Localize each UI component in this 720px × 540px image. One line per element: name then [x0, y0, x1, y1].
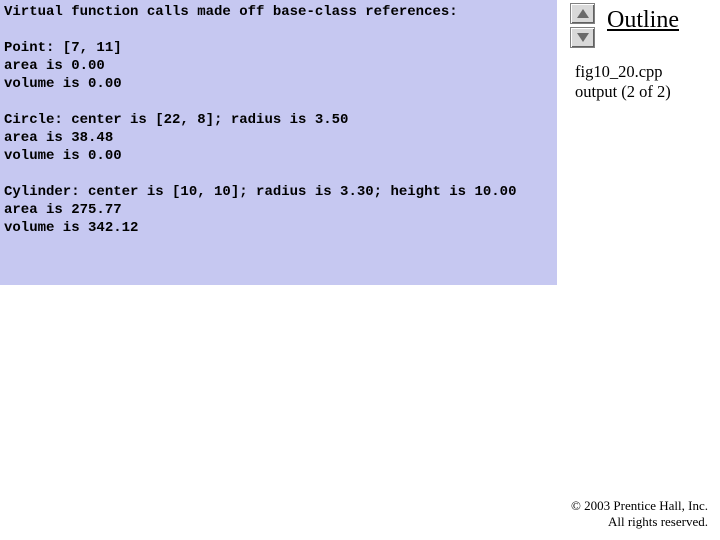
output-circle-line2: area is 38.48: [4, 130, 113, 146]
slide-stage: Virtual function calls made off base-cla…: [0, 0, 720, 540]
output-header: Virtual function calls made off base-cla…: [4, 4, 458, 20]
output-point-line3: volume is 0.00: [4, 76, 122, 92]
output-cylinder-line3: volume is 342.12: [4, 220, 138, 236]
next-slide-button[interactable]: [570, 27, 595, 48]
prev-slide-button[interactable]: [570, 3, 595, 24]
triangle-up-icon: [577, 9, 589, 18]
output-point-line2: area is 0.00: [4, 58, 105, 74]
footer: © 2003 Prentice Hall, Inc. All rights re…: [571, 498, 708, 530]
program-output-panel: Virtual function calls made off base-cla…: [0, 0, 557, 285]
file-label: fig10_20.cppoutput (2 of 2): [575, 62, 671, 102]
sidebar: Outline fig10_20.cppoutput (2 of 2): [557, 0, 720, 540]
output-circle-line3: volume is 0.00: [4, 148, 122, 164]
output-cylinder-line1: Cylinder: center is [10, 10]; radius is …: [4, 184, 516, 200]
output-circle-line1: Circle: center is [22, 8]; radius is 3.5…: [4, 112, 348, 128]
copyright-text: © 2003 Prentice Hall, Inc.: [571, 498, 708, 514]
triangle-down-icon: [577, 33, 589, 42]
output-point-line1: Point: [7, 11]: [4, 40, 122, 56]
output-cylinder-line2: area is 275.77: [4, 202, 122, 218]
rights-text: All rights reserved.: [571, 514, 708, 530]
program-output-text: Virtual function calls made off base-cla…: [4, 3, 516, 237]
outline-heading: Outline: [607, 7, 679, 34]
nav-buttons: [570, 3, 595, 51]
